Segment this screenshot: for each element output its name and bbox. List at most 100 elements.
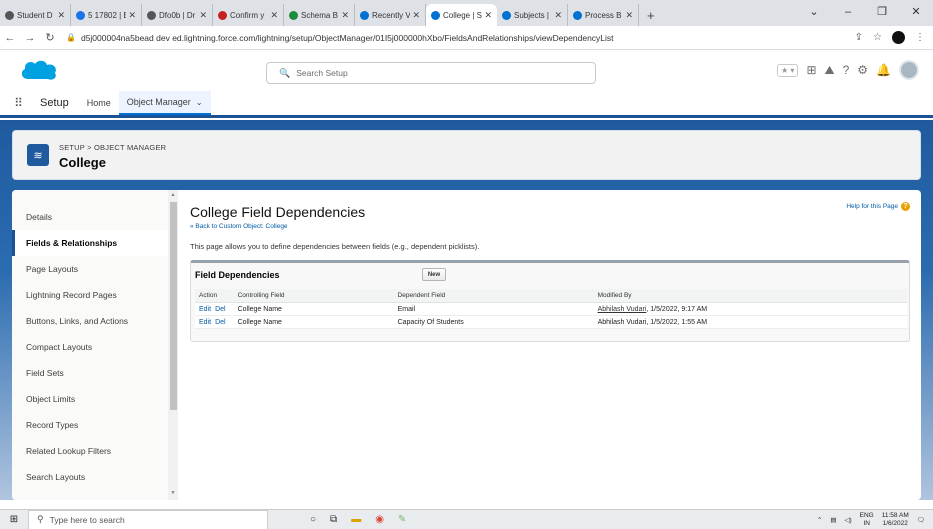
browser-tab[interactable]: Schema B ✕	[284, 4, 355, 26]
cortana-icon[interactable]: ○	[310, 514, 316, 525]
chrome-icon[interactable]: ◉	[375, 514, 384, 525]
taskbar-search-input[interactable]: ⚲ Type here to search	[28, 509, 268, 529]
tab-close-icon[interactable]: ✕	[199, 10, 207, 21]
help-circle-icon: ?	[901, 202, 910, 211]
user-avatar[interactable]	[899, 60, 919, 80]
forward-icon[interactable]: →	[20, 32, 40, 44]
volume-icon[interactable]: ◁)	[844, 516, 851, 524]
help-for-page-link[interactable]: Help for this Page ?	[846, 202, 910, 211]
modified-user-link[interactable]: Abhilash Vudari	[598, 306, 647, 313]
help-icon[interactable]: ?	[843, 63, 850, 77]
sidebar-item-page-layouts[interactable]: Page Layouts	[12, 256, 168, 282]
tab-label: Dfo0b | Dr	[159, 10, 196, 20]
add-icon[interactable]: ⊞	[806, 63, 816, 77]
clock[interactable]: 11:58 AM 1/6/2022	[882, 512, 909, 528]
reload-icon[interactable]: ↻	[40, 31, 60, 44]
tab-close-icon[interactable]: ✕	[57, 10, 65, 21]
tab-close-icon[interactable]: ✕	[270, 10, 278, 21]
chevron-down-icon[interactable]: ⌄	[196, 98, 203, 107]
dependent-field-cell: Capacity Of Students	[393, 315, 594, 329]
sidebar-item-details[interactable]: Details	[12, 204, 168, 230]
browser-tab[interactable]: Process B ✕	[568, 4, 639, 26]
sidebar-item-search-layouts[interactable]: Search Layouts	[12, 464, 168, 490]
address-bar: ← → ↻ 🔒 d5j000004na5bead dev ed.lightnin…	[0, 26, 933, 50]
sidebar-item-fields-relationships[interactable]: Fields & Relationships	[12, 230, 168, 256]
tab-favicon-icon	[289, 10, 298, 20]
sidebar-item-object-limits[interactable]: Object Limits	[12, 386, 168, 412]
nav-home[interactable]: Home	[79, 91, 119, 115]
browser-tab[interactable]: Confirm y ✕	[213, 4, 284, 26]
tray-people-icon[interactable]: ⌃	[817, 516, 822, 524]
content-area: College Field Dependencies « Back to Cus…	[190, 190, 910, 500]
new-dependency-button[interactable]: New	[422, 268, 446, 281]
bookmark-star-icon[interactable]: ☆	[873, 32, 882, 43]
tab-close-icon[interactable]: ✕	[412, 10, 420, 21]
gear-icon[interactable]: ⚙	[857, 63, 868, 77]
dependencies-table: Action Controlling Field Dependent Field…	[195, 289, 907, 329]
sidebar-item-related-lookup-filters[interactable]: Related Lookup Filters	[12, 438, 168, 464]
search-icon: ⚲	[37, 514, 44, 524]
tab-close-icon[interactable]: ✕	[625, 10, 633, 21]
row-actions: Edit Del	[195, 302, 234, 316]
tab-close-icon[interactable]: ✕	[341, 10, 349, 21]
back-icon[interactable]: ←	[0, 32, 20, 44]
sidebar-item-buttons-links-and-actions[interactable]: Buttons, Links, and Actions	[12, 308, 168, 334]
minimize-button[interactable]: –	[831, 0, 865, 24]
scroll-up-icon[interactable]: ▲	[168, 192, 178, 198]
browser-tab[interactable]: College | S ✕	[426, 4, 497, 26]
network-icon[interactable]: ▤	[830, 516, 836, 524]
tab-favicon-icon	[573, 10, 582, 20]
clock-time: 11:58 AM	[881, 512, 909, 519]
tab-label: Confirm y	[230, 10, 265, 20]
delete-link[interactable]: Del	[215, 306, 226, 313]
browser-menu-icon[interactable]: ⋮	[915, 32, 925, 43]
layers-icon: ≋	[27, 144, 49, 166]
browser-tab[interactable]: Student D ✕	[0, 4, 71, 26]
tab-close-icon[interactable]: ✕	[128, 10, 136, 21]
delete-link[interactable]: Del	[215, 319, 226, 326]
browser-tab[interactable]: Dfo0b | Dr ✕	[142, 4, 213, 26]
trailhead-icon[interactable]: ⛰	[825, 63, 835, 78]
new-tab-button[interactable]: +	[639, 4, 663, 26]
profile-avatar[interactable]	[892, 31, 905, 44]
back-to-object-link[interactable]: « Back to Custom Object: College	[190, 223, 288, 230]
notifications-icon[interactable]: 🗨	[917, 516, 925, 524]
bell-icon[interactable]: 🔔	[876, 63, 891, 77]
edit-link[interactable]: Edit	[199, 306, 211, 313]
sidebar-item-compact-layouts[interactable]: Compact Layouts	[12, 334, 168, 360]
app-pin-icon[interactable]: ✎	[398, 514, 406, 525]
windows-start-icon[interactable]: ⊞	[0, 514, 28, 525]
setup-search-input[interactable]: 🔍 Search Setup	[266, 62, 596, 84]
tab-close-icon[interactable]: ✕	[484, 10, 492, 21]
maximize-button[interactable]: ❐	[865, 0, 899, 24]
tab-search-icon[interactable]: ⌄	[797, 0, 831, 24]
tab-label: 5 17802 | E	[88, 10, 127, 20]
nav-object-manager[interactable]: Object Manager ⌄	[118, 91, 211, 115]
browser-tab[interactable]: 5 17802 | E ✕	[71, 4, 142, 26]
share-icon[interactable]: ⇪	[855, 32, 863, 43]
close-window-button[interactable]: ✕	[899, 0, 933, 24]
edit-link[interactable]: Edit	[199, 319, 211, 326]
sidebar-scroll-thumb[interactable]	[170, 202, 177, 410]
col-action: Action	[195, 289, 234, 303]
salesforce-logo-icon[interactable]	[18, 57, 60, 83]
col-controlling-field: Controlling Field	[233, 289, 394, 303]
task-view-icon[interactable]: ⧉	[330, 514, 337, 525]
scroll-down-icon[interactable]: ▼	[168, 490, 178, 496]
browser-tab[interactable]: Subjects | ✕	[497, 4, 568, 26]
tab-label: College | S	[443, 10, 482, 20]
sidebar-item-field-sets[interactable]: Field Sets	[12, 360, 168, 386]
breadcrumb[interactable]: SETUP > OBJECT MANAGER	[59, 143, 166, 152]
file-explorer-icon[interactable]: ▬	[351, 514, 361, 525]
sidebar-item-lightning-record-pages[interactable]: Lightning Record Pages	[12, 282, 168, 308]
url-input[interactable]: 🔒 d5j000004na5bead dev ed.lightning.forc…	[66, 29, 847, 47]
tab-close-icon[interactable]: ✕	[554, 10, 562, 21]
language-indicator[interactable]: ENG IN	[860, 512, 874, 528]
sidebar-item-search-layouts-for[interactable]: Search Layouts for	[12, 490, 168, 500]
favorites-icon[interactable]: ★ ▾	[777, 63, 799, 77]
browser-tab[interactable]: Recently V ✕	[355, 4, 426, 26]
app-launcher-icon[interactable]: ⠿	[0, 91, 36, 115]
nav-object-manager-label: Object Manager	[126, 97, 191, 107]
sidebar-item-record-types[interactable]: Record Types	[12, 412, 168, 438]
tab-favicon-icon	[76, 10, 85, 20]
